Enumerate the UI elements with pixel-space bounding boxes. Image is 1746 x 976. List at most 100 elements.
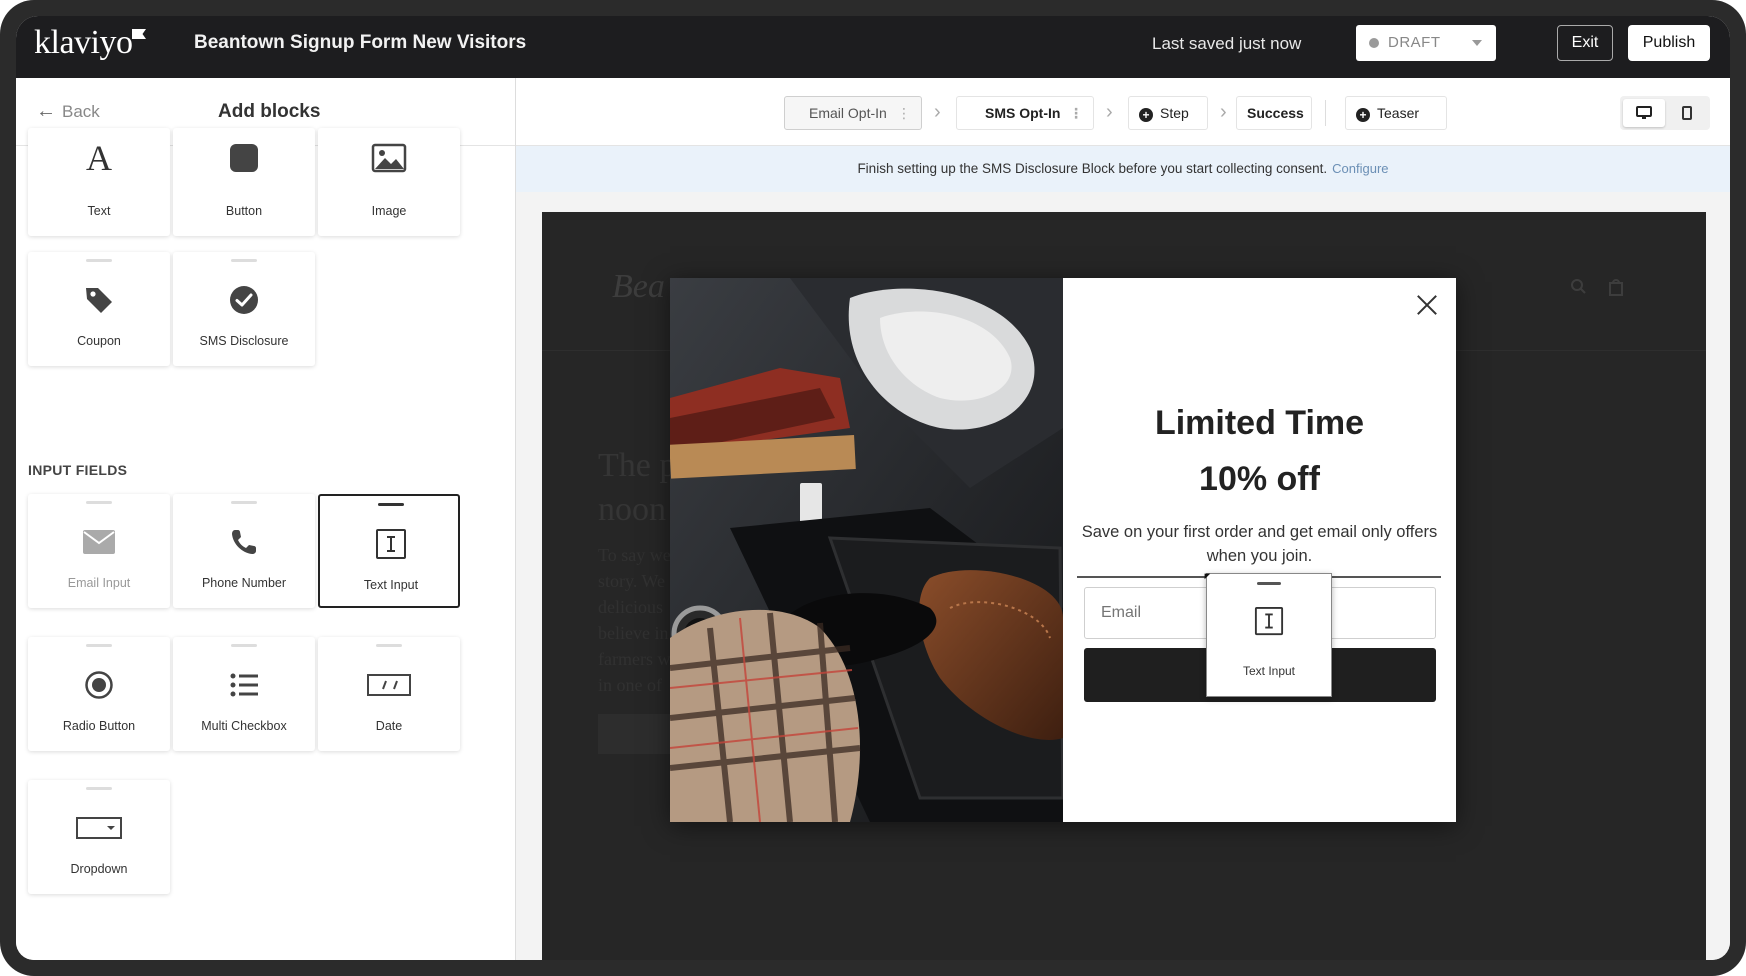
block-label: Image: [371, 204, 407, 218]
block-multi-checkbox[interactable]: Multi Checkbox: [173, 637, 315, 751]
block-text-input[interactable]: Text Input: [318, 494, 460, 608]
svg-text:A: A: [86, 140, 112, 176]
body-line: To say we: [598, 545, 671, 565]
drag-handle[interactable]: [86, 501, 112, 504]
drag-handle[interactable]: [86, 259, 112, 262]
arrow-left-icon: ←: [36, 100, 56, 122]
add-teaser-button[interactable]: + Teaser: [1345, 96, 1447, 130]
block-email-input[interactable]: Email Input: [28, 494, 170, 608]
block-label: Text Input: [1242, 664, 1296, 678]
phone-icon: [173, 522, 315, 562]
chevron-right-icon: ›: [1220, 101, 1227, 123]
drag-handle[interactable]: [86, 787, 112, 790]
form-title[interactable]: Beantown Signup Form New Visitors: [194, 32, 526, 54]
configure-link[interactable]: Configure: [1332, 161, 1388, 176]
chevron-right-icon: ›: [1106, 101, 1113, 123]
chevron-right-icon: ›: [934, 101, 941, 123]
block-coupon[interactable]: Coupon: [28, 252, 170, 366]
step-success[interactable]: Success: [1236, 96, 1312, 130]
block-label: Button: [225, 204, 263, 218]
site-button: [598, 714, 678, 754]
editor-main: Email Opt-In ⋮ › SMS Opt-In ⋮ › + Step › …: [516, 78, 1730, 960]
back-label: Back: [62, 102, 100, 121]
block-label: Radio Button: [62, 719, 136, 733]
body-line: believe in: [598, 623, 669, 643]
site-headline: The p noon: [598, 444, 676, 532]
mobile-view-button[interactable]: [1666, 99, 1708, 127]
step-sms-opt-in[interactable]: SMS Opt-In ⋮: [956, 96, 1094, 130]
top-bar: klaviyo Beantown Signup Form New Visitor…: [16, 16, 1730, 78]
drag-handle[interactable]: [378, 503, 404, 506]
step-navigation: Email Opt-In ⋮ › SMS Opt-In ⋮ › + Step › …: [516, 78, 1730, 146]
site-header-icons: [1571, 279, 1623, 296]
list-icon: [173, 665, 315, 705]
save-status: Last saved just now: [1152, 34, 1302, 53]
device-frame: klaviyo Beantown Signup Form New Visitor…: [0, 0, 1746, 976]
drag-handle[interactable]: [376, 644, 402, 647]
drag-handle[interactable]: [231, 501, 257, 504]
klaviyo-logo[interactable]: klaviyo: [34, 24, 133, 62]
popup-content: Limited Time 10% off Save on your first …: [1063, 278, 1456, 822]
back-button[interactable]: ← Back: [36, 100, 100, 122]
check-circle-icon: [173, 280, 315, 320]
block-dropdown[interactable]: Dropdown: [28, 780, 170, 894]
drag-handle[interactable]: [231, 644, 257, 647]
close-icon[interactable]: [1416, 294, 1438, 316]
status-dropdown[interactable]: DRAFT: [1356, 25, 1496, 61]
add-step-button[interactable]: + Step: [1128, 96, 1208, 130]
more-vertical-icon[interactable]: ⋮: [1069, 97, 1083, 129]
body-line: farmers w: [598, 649, 671, 669]
block-sms-disclosure[interactable]: SMS Disclosure: [173, 252, 315, 366]
popup-subtitle[interactable]: Save on your first order and get email o…: [1079, 520, 1440, 568]
step-label: SMS Opt-In: [985, 105, 1061, 121]
popup-offer[interactable]: 10% off: [1063, 460, 1456, 499]
site-body-text: To say we story. We delicious believe in…: [598, 542, 671, 698]
block-image[interactable]: Image: [318, 128, 460, 236]
chevron-down-icon: [1472, 40, 1482, 46]
step-email-opt-in[interactable]: Email Opt-In ⋮: [784, 96, 922, 130]
headline-line: The p: [598, 447, 677, 484]
text-cursor-icon: [320, 524, 462, 564]
block-label: Multi Checkbox: [201, 719, 287, 733]
popup-hero-image: [670, 278, 1063, 822]
block-button[interactable]: Button: [173, 128, 315, 236]
panel-title: Add blocks: [218, 101, 321, 122]
body-line: story. We: [598, 571, 666, 591]
sms-disclosure-banner: Finish setting up the SMS Disclosure Blo…: [516, 146, 1730, 192]
headline-line: noon: [598, 491, 666, 528]
device-toggle: [1620, 96, 1710, 130]
envelope-icon: [28, 522, 170, 562]
plus-circle-icon: +: [1139, 108, 1153, 122]
block-label: Phone Number: [201, 576, 287, 590]
app-screen: klaviyo Beantown Signup Form New Visitor…: [16, 16, 1730, 960]
image-icon: [318, 138, 460, 178]
body-line: in one of: [598, 675, 662, 695]
publish-button[interactable]: Publish: [1628, 25, 1710, 61]
form-preview: Bea The p noon To say we story. We delic…: [542, 212, 1706, 960]
drag-handle[interactable]: [1257, 582, 1281, 585]
block-text[interactable]: A Text: [28, 128, 170, 236]
step-label: Step: [1160, 105, 1189, 121]
mobile-phone-icon: [1682, 106, 1692, 120]
status-dot-icon: [1369, 38, 1379, 48]
block-label: SMS Disclosure: [199, 334, 289, 348]
block-phone-number[interactable]: Phone Number: [173, 494, 315, 608]
more-vertical-icon[interactable]: ⋮: [897, 97, 911, 129]
block-label: Dropdown: [70, 862, 128, 876]
drag-handle[interactable]: [86, 644, 112, 647]
block-radio-button[interactable]: Radio Button: [28, 637, 170, 751]
exit-button[interactable]: Exit: [1557, 25, 1613, 61]
dragged-text-input-block[interactable]: Text Input: [1206, 573, 1332, 697]
block-label: Text Input: [363, 578, 419, 592]
desktop-view-button[interactable]: [1623, 99, 1665, 127]
text-icon: A: [28, 138, 170, 178]
status-dropdown-value: DRAFT: [1388, 34, 1441, 51]
block-date[interactable]: Date: [318, 637, 460, 751]
drag-handle[interactable]: [231, 259, 257, 262]
body-line: delicious: [598, 597, 663, 617]
button-icon: [173, 138, 315, 178]
block-label: Email Input: [67, 576, 131, 590]
popup-title[interactable]: Limited Time: [1063, 404, 1456, 443]
text-cursor-icon: [1207, 606, 1331, 636]
radio-icon: [28, 665, 170, 705]
